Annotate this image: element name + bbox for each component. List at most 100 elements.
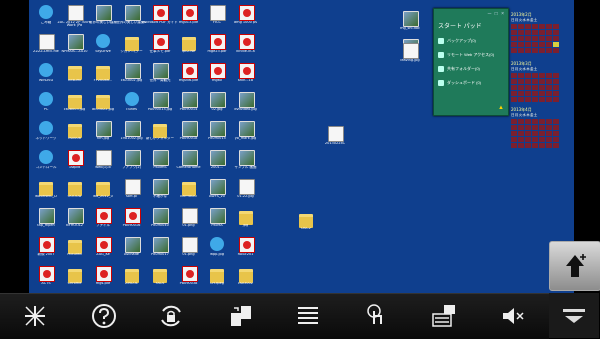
calendar-gadget-2[interactable]: 2013年3月 日月火水木金土 — [511, 61, 561, 102]
calendar-day — [511, 125, 517, 130]
speaker-mute-icon — [503, 308, 524, 324]
calendar-day — [546, 79, 552, 84]
rotation-lock-icon — [161, 305, 181, 327]
touch-mode-button[interactable] — [358, 300, 394, 332]
start-pad-item-remote-web[interactable]: リモート Web アクセス(0) — [438, 51, 506, 60]
folder-icon — [96, 66, 110, 80]
img-icon — [153, 208, 169, 224]
folder-icon — [299, 214, 313, 228]
start-pad-item-shared-folder[interactable]: 共有フォルダー(0) — [438, 65, 506, 74]
img-icon — [153, 150, 169, 166]
start-pad-gadget[interactable]: ─ □ × スタート パッド バックアップ(0) リモート Web アクセス(0… — [433, 8, 509, 116]
img-icon — [238, 150, 255, 166]
img-icon — [210, 179, 226, 195]
folder-icon — [153, 124, 167, 138]
desktop-icon-label: amg 1000 ps — [234, 21, 257, 24]
scroll-up-button[interactable] — [549, 241, 600, 291]
cursor-off-button[interactable] — [17, 300, 53, 332]
img-icon — [153, 179, 169, 195]
calendar-day — [511, 36, 517, 41]
calendar-day — [518, 143, 524, 148]
desktop-icon[interactable]: yo_mark.jpg — [232, 118, 260, 146]
calendar-gadget-3[interactable]: 2013年4月 日月火水木金土 — [511, 107, 561, 148]
calendar-day — [532, 137, 538, 142]
img-icon — [403, 11, 419, 27]
pdf-icon — [238, 237, 255, 253]
desktop-icon[interactable]: kindle-in-a — [232, 31, 260, 59]
keyboard-button[interactable] — [426, 300, 462, 332]
calendar-day — [511, 73, 517, 78]
desktop-icon[interactable]: 20130224C — [321, 123, 349, 151]
calendar-day — [511, 131, 517, 136]
calendar-day — [546, 91, 552, 96]
img-icon — [124, 150, 141, 166]
desktop-icon[interactable]: amg 1000 ps — [232, 2, 260, 30]
cursor-cross-icon — [25, 306, 45, 326]
app-icon — [39, 5, 53, 19]
remote-desktop-screen[interactable]: ごみ箱 ZAC 2012 ZP 300% Work (Pa 世界の美しい建築 世界の美… — [29, 0, 574, 293]
switch-screen-button[interactable] — [223, 300, 259, 332]
gadget-window-controls[interactable]: ─ □ × — [488, 11, 505, 17]
desktop-icon[interactable]: dvdvideo.jpg — [232, 89, 260, 117]
rotation-lock-button[interactable] — [153, 300, 189, 332]
desktop-icon[interactable]: tzkh...18 — [232, 60, 260, 88]
folder-icon — [181, 37, 196, 51]
calendar-day — [525, 36, 531, 41]
desktop-icon[interactable]: RASE201 — [232, 234, 260, 262]
pdf-icon — [39, 237, 55, 253]
desktop-icon[interactable]: サンプル 画面 — [232, 147, 260, 175]
start-pad-item-dashboard[interactable]: ダッシュボード (0) — [438, 79, 506, 88]
doc-icon — [238, 179, 255, 195]
start-pad-item-backup[interactable]: バックアップ(0) — [438, 37, 506, 46]
doc-icon — [39, 34, 55, 50]
menu-button[interactable] — [290, 300, 326, 332]
calendar-day — [539, 30, 545, 35]
start-pad-item-label: ダッシュボード (0) — [447, 80, 481, 85]
desktop-icon-label: kindle-in-a — [236, 50, 255, 53]
calendar-day — [511, 143, 517, 148]
collapse-toolbar-button[interactable] — [549, 293, 599, 338]
desktop-icon[interactable]: 01.22.jpg — [232, 176, 260, 204]
collapse-down-icon — [563, 308, 585, 323]
img-icon — [153, 237, 169, 253]
desktop-icon-label: tzkh...18 — [237, 79, 254, 82]
calendar-day — [539, 119, 545, 124]
img-icon — [124, 5, 141, 21]
pdf-icon — [210, 63, 226, 79]
help-button[interactable] — [86, 300, 122, 332]
start-pad-title: スタート パッド — [438, 24, 482, 30]
bottom-toolbar — [0, 293, 549, 339]
calendar-day — [553, 137, 559, 142]
calendar-day — [553, 91, 559, 96]
pdf-icon — [39, 266, 55, 282]
calendar-day — [539, 36, 545, 41]
img-icon — [96, 5, 112, 21]
calendar-gadget-1[interactable]: 2013年2月 日月火水木金土 — [511, 12, 561, 53]
calendar-day — [525, 48, 531, 53]
calendar-day — [532, 97, 538, 102]
img-icon — [210, 208, 226, 224]
img-icon — [39, 208, 55, 224]
calendar-day — [539, 85, 545, 90]
desktop-icon[interactable]: leaving.jpg — [396, 40, 424, 68]
calendar-day — [532, 143, 538, 148]
calendar-day — [532, 36, 538, 41]
calendar-day — [553, 131, 559, 136]
mute-button[interactable] — [494, 300, 530, 332]
desktop-icon[interactable]: cs03002 — [232, 263, 260, 291]
desktop-icon[interactable]: jpg — [232, 205, 260, 233]
calendar-day — [546, 143, 552, 148]
dashboard-icon — [438, 80, 444, 86]
folder-icon — [210, 269, 224, 283]
calendar-day — [511, 30, 517, 35]
calendar-day — [525, 131, 531, 136]
img-icon — [210, 121, 226, 137]
desktop-icon[interactable]: DSC2 — [292, 208, 320, 236]
calendar-day — [518, 24, 524, 29]
touch-icon — [367, 304, 382, 324]
alert-icon[interactable]: ▲ — [498, 105, 504, 111]
calendar-day — [532, 91, 538, 96]
doc-icon — [403, 43, 419, 59]
desktop-icon[interactable]: mg_shi.doc — [396, 8, 424, 36]
calendar-day — [525, 97, 531, 102]
